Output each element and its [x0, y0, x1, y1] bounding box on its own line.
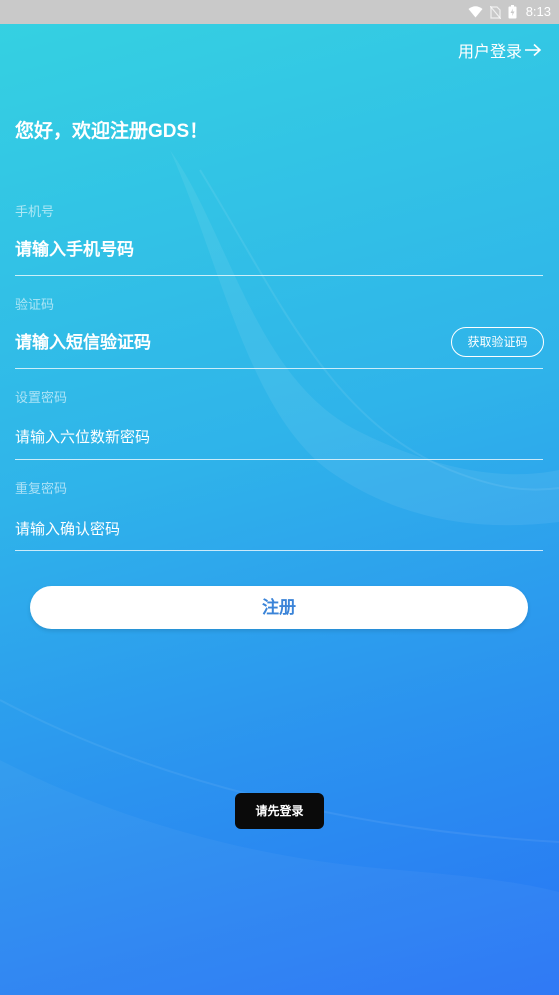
get-code-button[interactable]: 获取验证码 — [451, 327, 544, 357]
arrow-right-icon — [525, 43, 542, 57]
confirm-password-input[interactable] — [15, 519, 535, 541]
confirm-password-underline — [15, 550, 543, 551]
status-time: 8:13 — [525, 4, 551, 19]
password-input[interactable] — [15, 427, 535, 449]
no-sim-icon — [489, 5, 501, 19]
phone-underline — [15, 275, 543, 276]
register-screen: 8:13 用户登录 您好，欢迎注册GDS！ 手机号 验证码 获取验证码 设置密码… — [0, 0, 559, 995]
code-label: 验证码 — [15, 297, 55, 312]
status-icons: 8:13 — [468, 0, 551, 24]
password-underline — [15, 459, 543, 460]
user-login-label: 用户登录 — [458, 44, 523, 61]
user-login-link[interactable]: 用户登录 — [458, 40, 542, 61]
phone-label: 手机号 — [15, 204, 55, 219]
page-title: 您好，欢迎注册GDS！ — [15, 121, 209, 142]
phone-input[interactable] — [15, 237, 435, 263]
code-input[interactable] — [15, 330, 435, 356]
battery-charging-icon — [508, 5, 517, 19]
register-button[interactable]: 注册 — [30, 586, 528, 629]
background-waves — [0, 150, 559, 995]
confirm-password-label: 重复密码 — [15, 481, 68, 496]
toast-message: 请先登录 — [235, 793, 324, 829]
wifi-icon — [468, 6, 483, 18]
code-underline — [15, 368, 543, 369]
password-label: 设置密码 — [15, 390, 68, 405]
status-bar: 8:13 — [0, 0, 559, 24]
